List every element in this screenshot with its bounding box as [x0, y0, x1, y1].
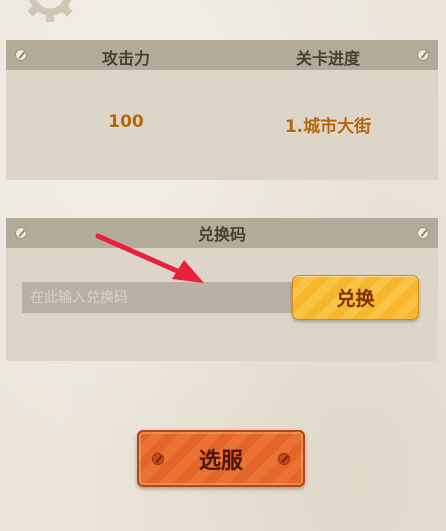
stats-panel-header: 攻击力 关卡进度 — [6, 40, 438, 70]
redeem-panel: 兑换码 兑换 — [6, 218, 438, 361]
screw-icon — [417, 227, 429, 239]
select-server-button[interactable]: 选服 — [137, 430, 305, 487]
stats-panel: 攻击力 关卡进度 100 1.城市大街 — [6, 40, 438, 180]
redeem-title: 兑换码 — [197, 225, 246, 244]
redeem-code-input[interactable] — [22, 282, 294, 313]
attack-value: 100 — [108, 112, 144, 132]
redeem-button[interactable]: 兑换 — [292, 275, 419, 320]
stage-progress-header: 关卡进度 — [295, 49, 360, 68]
screw-icon — [417, 49, 429, 61]
select-server-label: 选服 — [198, 448, 243, 474]
attack-header: 攻击力 — [101, 49, 150, 68]
redeem-panel-header: 兑换码 — [6, 218, 438, 248]
screw-icon — [152, 453, 164, 465]
stage-progress-value: 1.城市大街 — [284, 117, 372, 137]
screw-icon — [278, 453, 290, 465]
arrow-annotation — [95, 233, 204, 283]
screw-icon — [15, 227, 27, 239]
gear-icon — [27, 0, 73, 22]
